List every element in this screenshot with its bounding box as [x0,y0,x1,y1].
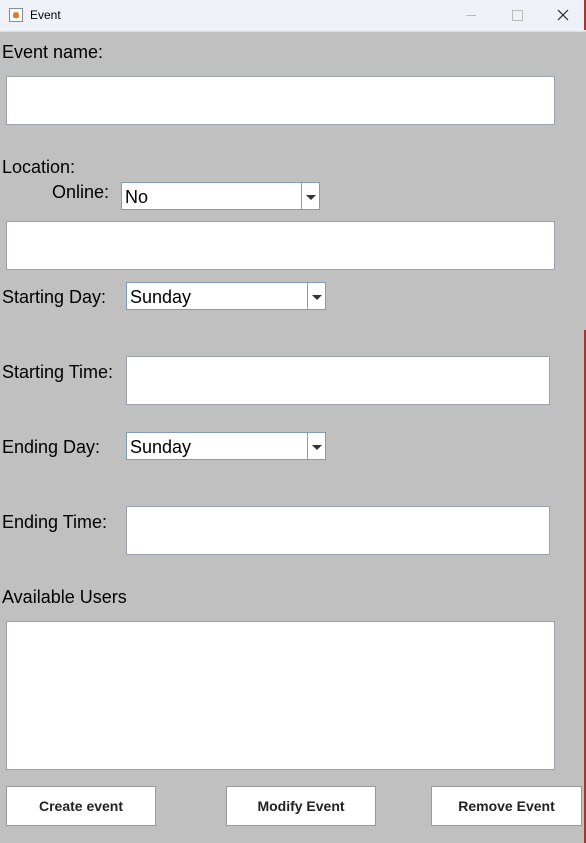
starting-time-input[interactable] [126,356,550,405]
ending-day-value: Sunday [130,437,192,457]
title-bar: Event [0,0,586,32]
available-users-list[interactable] [6,621,555,770]
chevron-down-icon[interactable] [307,283,325,309]
starting-day-label: Starting Day: [2,287,107,307]
online-label: Online: [52,182,110,202]
chevron-down-icon[interactable] [301,183,319,209]
ending-time-label: Ending Time: [2,512,108,532]
ending-time-input[interactable] [126,506,550,555]
ending-day-label: Ending Day: [2,437,101,457]
location-label: Location: [2,157,76,177]
chevron-down-icon[interactable] [307,433,325,459]
event-name-input[interactable] [6,76,555,125]
maximize-icon[interactable] [494,0,540,31]
create-event-button[interactable]: Create event [6,786,156,826]
starting-day-select[interactable]: Sunday [126,282,326,310]
java-app-icon [9,8,23,22]
minimize-icon[interactable] [448,0,494,31]
location-input[interactable] [6,221,555,270]
available-users-label: Available Users [2,587,127,607]
event-name-label: Event name: [2,42,104,62]
window-title: Event [30,8,61,22]
starting-day-value: Sunday [130,287,192,307]
online-select-value: No [125,187,149,207]
ending-day-select[interactable]: Sunday [126,432,326,460]
modify-event-button[interactable]: Modify Event [226,786,376,826]
remove-event-button[interactable]: Remove Event [431,786,582,826]
online-select[interactable]: No [121,182,320,210]
starting-time-label: Starting Time: [2,362,114,382]
close-icon[interactable] [540,0,586,31]
